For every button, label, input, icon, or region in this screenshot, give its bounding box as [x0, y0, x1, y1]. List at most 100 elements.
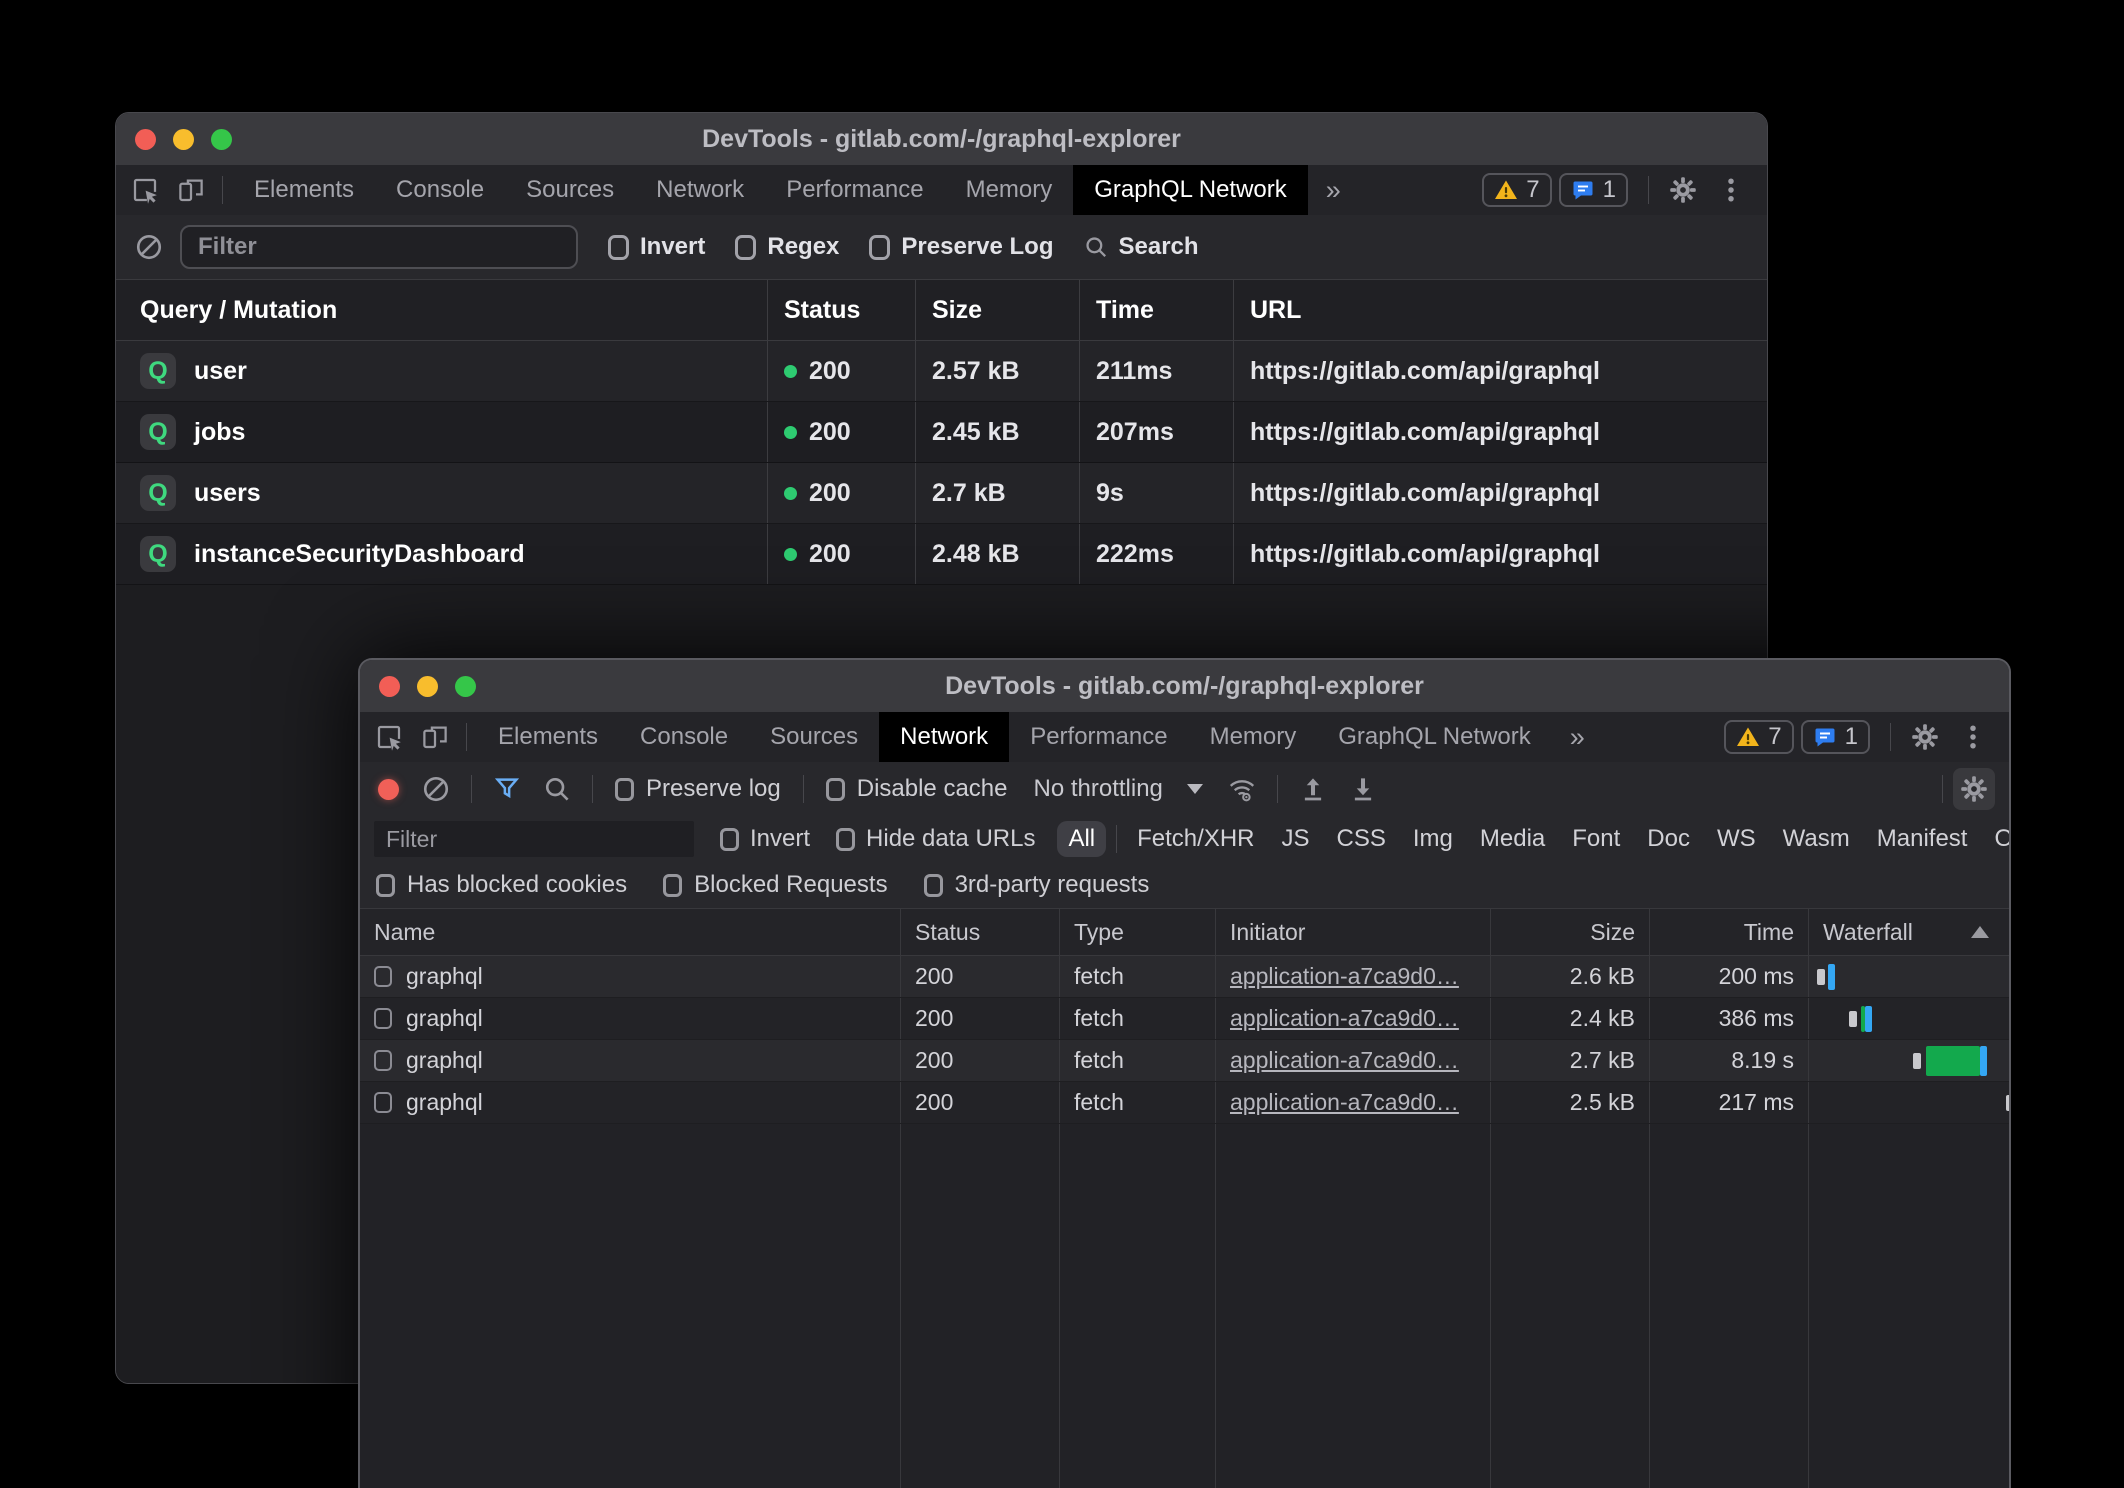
type-chip[interactable]: Img	[1413, 825, 1453, 853]
graphql-request-row[interactable]: Q jobs 200 2.45 kB 207ms https://gitlab.…	[116, 402, 1767, 463]
preserve-log-checkbox-group[interactable]: Preserve log	[615, 775, 781, 803]
warnings-badge[interactable]: 7	[1482, 173, 1551, 207]
type-chip-all-selected[interactable]: All	[1057, 821, 1106, 857]
devtools-tab[interactable]: Network	[635, 165, 765, 215]
type-chip[interactable]: JS	[1282, 825, 1310, 853]
devtools-tab[interactable]: Sources	[749, 712, 879, 762]
graphql-request-row[interactable]: Q instanceSecurityDashboard 200 2.48 kB …	[116, 524, 1767, 585]
column-header-type[interactable]: Type	[1059, 909, 1215, 955]
preserve-log-checkbox-group[interactable]: Preserve Log	[869, 233, 1053, 261]
devtools-tab[interactable]: Console	[375, 165, 505, 215]
hide-data-urls-checkbox[interactable]	[836, 828, 855, 851]
third-party-requests-checkbox-group[interactable]: 3rd-party requests	[924, 871, 1150, 899]
network-request-row[interactable]: graphql 200 fetch application-a7ca9d0… 2…	[360, 1040, 2009, 1082]
kebab-menu-icon[interactable]	[1958, 722, 1988, 752]
devtools-tab[interactable]: Sources	[505, 165, 635, 215]
type-chip[interactable]: Wasm	[1783, 825, 1850, 853]
waterfall-bars[interactable]	[1808, 1040, 2009, 1081]
initiator-link[interactable]: application-a7ca9d0…	[1230, 1005, 1459, 1032]
devtools-tab[interactable]: GraphQL Network	[1317, 712, 1552, 762]
issues-badge[interactable]: 1	[1801, 720, 1870, 754]
disable-cache-checkbox[interactable]	[826, 778, 845, 801]
import-har-icon[interactable]	[1298, 774, 1328, 804]
row-checkbox[interactable]	[374, 1050, 392, 1071]
column-header-name[interactable]: Name	[360, 909, 900, 955]
column-header-time[interactable]: Time	[1079, 280, 1233, 340]
hide-data-urls-checkbox-group[interactable]: Hide data URLs	[836, 825, 1035, 853]
row-checkbox[interactable]	[374, 1092, 392, 1113]
export-har-icon[interactable]	[1348, 774, 1378, 804]
invert-checkbox-group[interactable]: Invert	[720, 825, 810, 853]
zoom-button[interactable]	[455, 676, 476, 697]
block-requests-icon[interactable]	[134, 232, 164, 262]
devtools-tab[interactable]: Console	[619, 712, 749, 762]
devtools-tab[interactable]: GraphQL Network	[1073, 165, 1308, 215]
type-chip[interactable]: Doc	[1647, 825, 1690, 853]
disable-cache-checkbox-group[interactable]: Disable cache	[826, 775, 1008, 803]
column-header-time[interactable]: Time	[1649, 909, 1808, 955]
device-toolbar-icon[interactable]	[420, 722, 450, 752]
devtools-tab[interactable]: Memory	[1189, 712, 1318, 762]
network-conditions-icon[interactable]	[1227, 774, 1257, 804]
type-chip[interactable]: WS	[1717, 825, 1756, 853]
invert-checkbox[interactable]	[720, 828, 739, 851]
throttling-dropdown[interactable]: No throttling	[1033, 775, 1202, 803]
close-button[interactable]	[135, 129, 156, 150]
column-header-size[interactable]: Size	[1490, 909, 1649, 955]
type-chip[interactable]: CSS	[1337, 825, 1386, 853]
preserve-log-checkbox[interactable]	[869, 235, 890, 260]
minimize-button[interactable]	[173, 129, 194, 150]
inspect-element-icon[interactable]	[130, 175, 160, 205]
initiator-link[interactable]: application-a7ca9d0…	[1230, 963, 1459, 990]
filter-funnel-icon[interactable]	[492, 774, 522, 804]
close-button[interactable]	[379, 676, 400, 697]
kebab-menu-icon[interactable]	[1716, 175, 1746, 205]
initiator-link[interactable]: application-a7ca9d0…	[1230, 1089, 1459, 1116]
devtools-tab[interactable]: Network	[879, 712, 1009, 762]
minimize-button[interactable]	[417, 676, 438, 697]
devtools-tab[interactable]: Elements	[477, 712, 619, 762]
search-icon[interactable]	[542, 774, 572, 804]
regex-checkbox-group[interactable]: Regex	[735, 233, 839, 261]
invert-checkbox[interactable]	[608, 235, 629, 260]
column-header-size[interactable]: Size	[915, 280, 1079, 340]
devtools-tab[interactable]: Elements	[233, 165, 375, 215]
title-bar[interactable]: DevTools - gitlab.com/-/graphql-explorer	[360, 660, 2009, 712]
preserve-log-checkbox[interactable]	[615, 778, 634, 801]
network-request-row[interactable]: graphql 200 fetch application-a7ca9d0… 2…	[360, 1082, 2009, 1124]
warnings-badge[interactable]: 7	[1724, 720, 1793, 754]
type-chip[interactable]: Font	[1572, 825, 1620, 853]
settings-gear-icon[interactable]	[1668, 175, 1698, 205]
title-bar[interactable]: DevTools - gitlab.com/-/graphql-explorer	[116, 113, 1767, 165]
column-header-status[interactable]: Status	[767, 280, 915, 340]
column-header-initiator[interactable]: Initiator	[1215, 909, 1490, 955]
third-party-requests-checkbox[interactable]	[924, 874, 943, 897]
has-blocked-cookies-checkbox-group[interactable]: Has blocked cookies	[376, 871, 627, 899]
more-tabs-button[interactable]: »	[1308, 165, 1359, 215]
has-blocked-cookies-checkbox[interactable]	[376, 874, 395, 897]
network-request-row[interactable]: graphql 200 fetch application-a7ca9d0… 2…	[360, 956, 2009, 998]
issues-badge[interactable]: 1	[1559, 173, 1628, 207]
network-request-row[interactable]: graphql 200 fetch application-a7ca9d0… 2…	[360, 998, 2009, 1040]
clear-network-log-icon[interactable]	[421, 774, 451, 804]
type-chip[interactable]: Manifest	[1877, 825, 1968, 853]
graphql-request-row[interactable]: Q user 200 2.57 kB 211ms https://gitlab.…	[116, 341, 1767, 402]
invert-checkbox-group[interactable]: Invert	[608, 233, 705, 261]
column-header-url[interactable]: URL	[1233, 280, 1767, 340]
row-checkbox[interactable]	[374, 1008, 392, 1029]
row-checkbox[interactable]	[374, 966, 392, 987]
graphql-request-row[interactable]: Q users 200 2.7 kB 9s https://gitlab.com…	[116, 463, 1767, 524]
network-settings-button[interactable]	[1953, 768, 1995, 810]
type-chip[interactable]: Other	[1994, 825, 2011, 853]
inspect-element-icon[interactable]	[374, 722, 404, 752]
column-header-status[interactable]: Status	[900, 909, 1059, 955]
initiator-link[interactable]: application-a7ca9d0…	[1230, 1047, 1459, 1074]
filter-input[interactable]	[374, 821, 694, 857]
column-header-waterfall[interactable]: Waterfall	[1808, 909, 2009, 955]
record-network-log-button[interactable]	[378, 779, 399, 800]
blocked-requests-checkbox[interactable]	[663, 874, 682, 897]
devtools-tab[interactable]: Performance	[765, 165, 944, 215]
zoom-button[interactable]	[211, 129, 232, 150]
device-toolbar-icon[interactable]	[176, 175, 206, 205]
waterfall-bars[interactable]	[1808, 998, 2009, 1039]
